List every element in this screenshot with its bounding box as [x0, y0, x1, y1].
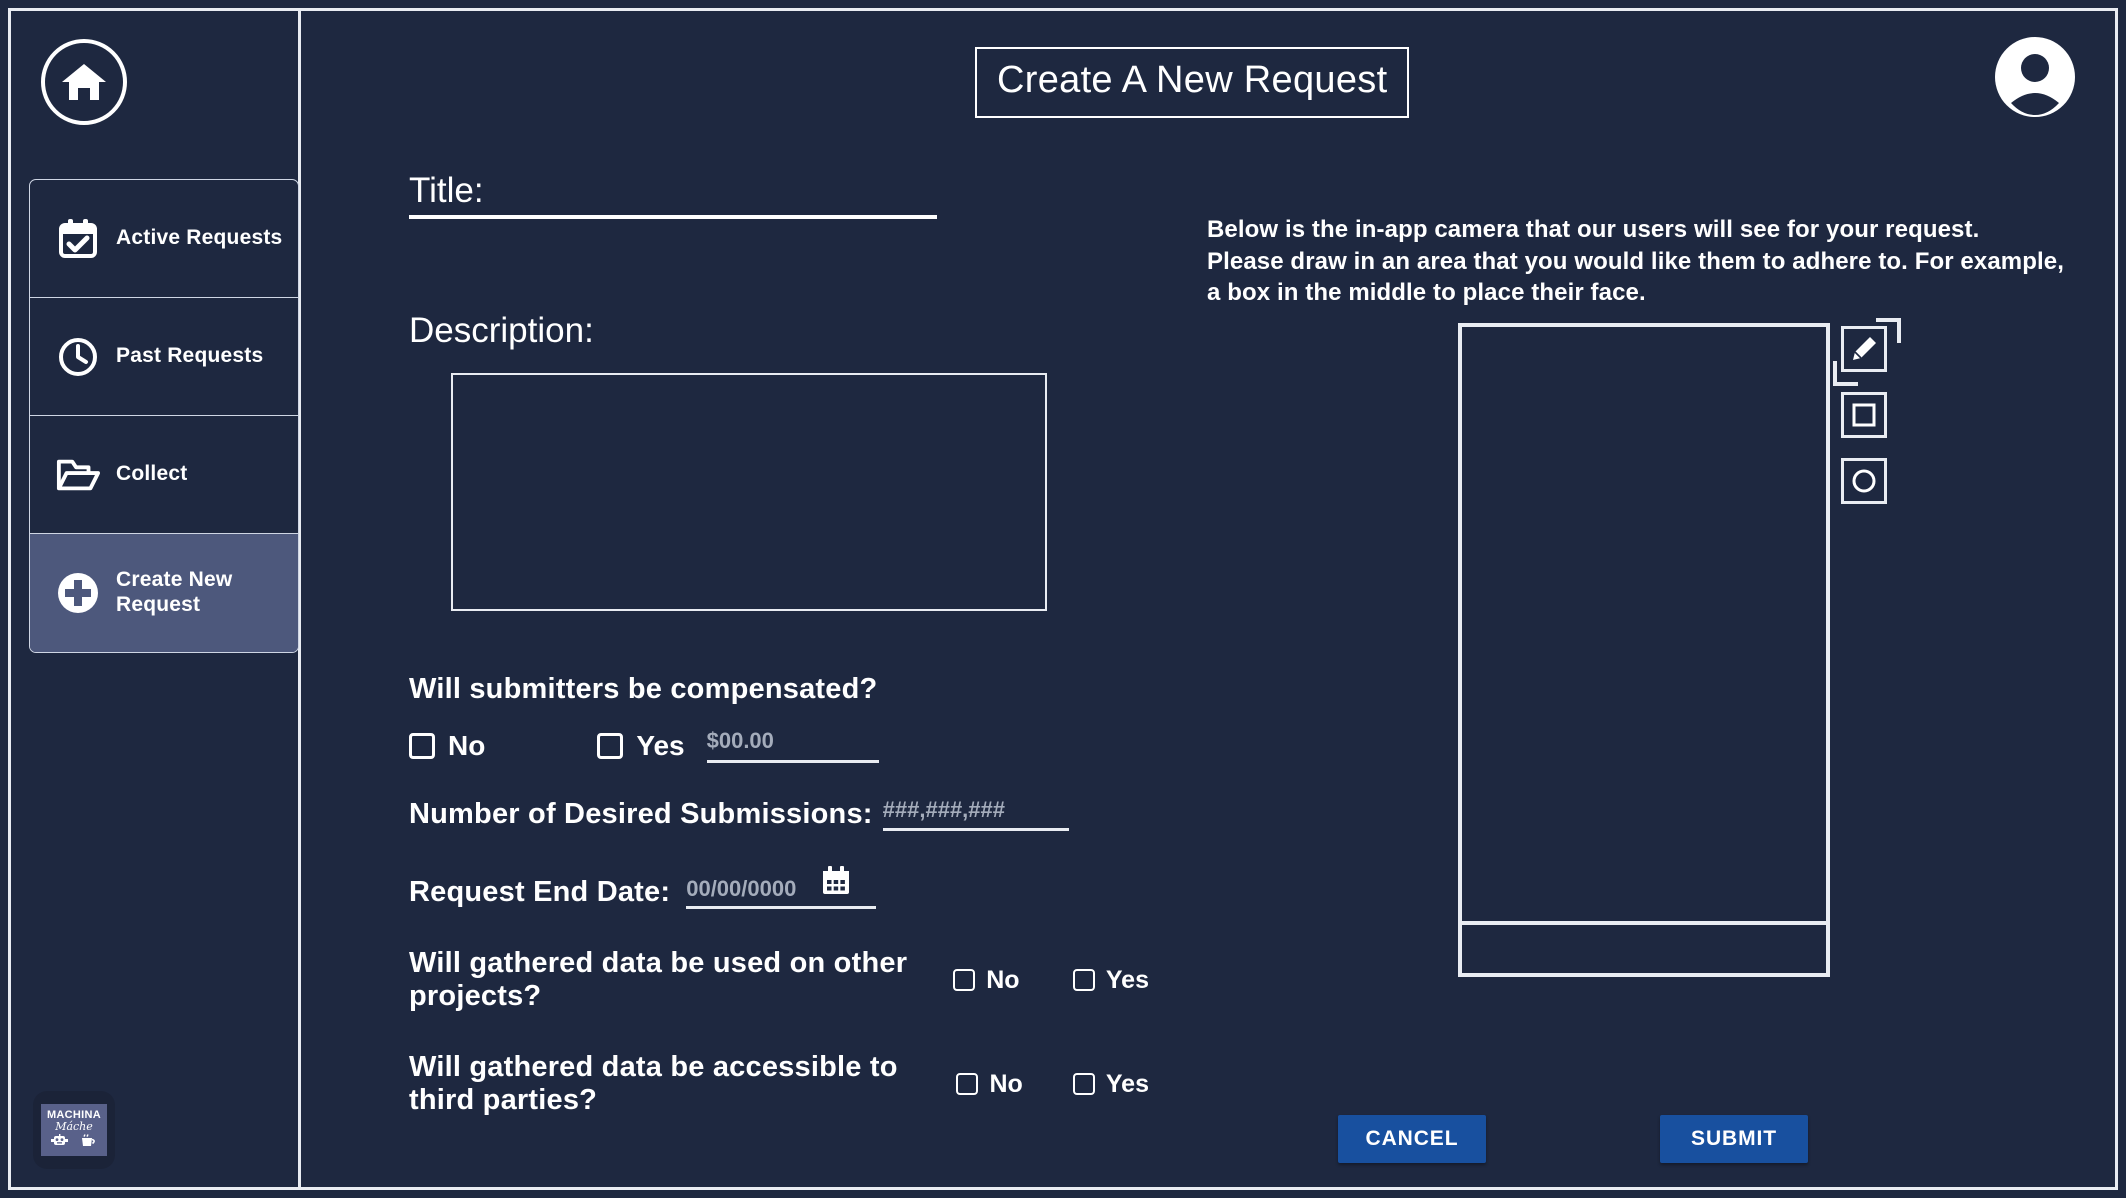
- other-projects-no-checkbox[interactable]: [953, 969, 976, 991]
- third-parties-yes-checkbox[interactable]: [1072, 1073, 1095, 1095]
- window-frame: Active Requests Past Requests Collect Cr…: [8, 8, 2118, 1190]
- third-parties-no-checkbox[interactable]: [956, 1073, 979, 1095]
- third-parties-yes-label: Yes: [1105, 1069, 1149, 1098]
- instructions-line-2: Please draw in an area that you would li…: [1207, 247, 2064, 275]
- other-projects-row: Will gathered data be used on other proj…: [409, 947, 1149, 1013]
- camera-preview-canvas[interactable]: [1458, 323, 1830, 977]
- title-field-label: Title:: [409, 171, 484, 210]
- submissions-label: Number of Desired Submissions:: [409, 798, 873, 830]
- compensation-no-label: No: [448, 729, 486, 761]
- page-title-text: Create A New Request: [997, 59, 1388, 101]
- third-parties-row: Will gathered data be accessible to thir…: [409, 1051, 1149, 1117]
- other-projects-no-label: No: [986, 965, 1020, 994]
- compensation-amount-field[interactable]: $00.00: [706, 728, 879, 763]
- avatar[interactable]: [1993, 35, 2077, 119]
- end-date-input[interactable]: 00/00/0000: [686, 865, 877, 909]
- coffee-cup-icon: [80, 1133, 97, 1152]
- instructions-line-1: Below is the in-app camera that our user…: [1207, 216, 1980, 243]
- end-date-label: Request End Date:: [409, 876, 671, 908]
- compensation-no-checkbox[interactable]: [409, 732, 435, 759]
- description-field-label: Description:: [409, 311, 594, 350]
- sidebar-item-label: Create New Request: [116, 568, 233, 616]
- brand-logo-inner: MACHINA Máche: [41, 1104, 107, 1156]
- title-input[interactable]: [409, 215, 937, 219]
- page-title: Create A New Request: [975, 47, 1410, 118]
- ellipse-tool[interactable]: [1841, 458, 1887, 504]
- compensation-amount-placeholder: $00.00: [706, 728, 774, 753]
- circle-icon: [1852, 469, 1876, 493]
- camera-instructions: Below is the in-app camera that our user…: [1207, 214, 2064, 309]
- other-projects-yes-checkbox[interactable]: [1072, 969, 1095, 991]
- brand-name-secondary: Máche: [55, 1119, 93, 1133]
- submissions-placeholder: ###,###,###: [882, 797, 1005, 822]
- sidebar-item-active-requests[interactable]: Active Requests: [30, 180, 298, 298]
- calendar-check-icon: [56, 217, 100, 261]
- description-input[interactable]: [451, 373, 1047, 611]
- sidebar-item-past-requests[interactable]: Past Requests: [30, 298, 298, 416]
- compensation-options: No Yes $00.00: [409, 728, 1149, 763]
- plus-circle-icon: [56, 571, 100, 615]
- sidebar-item-label: Active Requests: [116, 226, 283, 250]
- home-icon: [41, 39, 127, 125]
- robot-icon: [51, 1133, 68, 1152]
- submissions-input[interactable]: ###,###,###: [882, 797, 1069, 831]
- sidebar-item-label: Past Requests: [116, 344, 264, 368]
- end-date-row: Request End Date: 00/00/0000: [409, 865, 1149, 909]
- brand-icon-row: [51, 1133, 97, 1152]
- form-actions: CANCEL SUBMIT: [1338, 1115, 1808, 1163]
- home-button[interactable]: [41, 39, 127, 125]
- third-parties-question: Will gathered data be accessible to thir…: [409, 1051, 898, 1116]
- sidebar-item-create-new-request[interactable]: Create New Request: [30, 534, 298, 652]
- app-window: Active Requests Past Requests Collect Cr…: [0, 0, 2126, 1198]
- camera-shutter-bar: [1458, 921, 1830, 977]
- pencil-draw-tool[interactable]: [1833, 318, 1901, 386]
- square-icon: [1852, 403, 1876, 427]
- sidebar-item-label: Collect: [116, 462, 188, 486]
- brand-logo: MACHINA Máche: [33, 1091, 115, 1169]
- submissions-row: Number of Desired Submissions: ###,###,#…: [409, 797, 1149, 831]
- rectangle-tool[interactable]: [1841, 392, 1887, 438]
- calendar-icon[interactable]: [820, 865, 852, 902]
- instructions-line-3: a box in the middle to place their face.: [1207, 279, 1646, 307]
- pencil-icon: [1853, 337, 1876, 360]
- sidebar-item-collect[interactable]: Collect: [30, 416, 298, 534]
- third-parties-no-label: No: [989, 1069, 1023, 1098]
- user-avatar-icon: [1995, 37, 2075, 117]
- other-projects-question: Will gathered data be used on other proj…: [409, 947, 908, 1012]
- sidebar-nav: Active Requests Past Requests Collect Cr…: [29, 179, 299, 653]
- compensation-yes-checkbox[interactable]: [597, 732, 624, 759]
- cancel-button[interactable]: CANCEL: [1338, 1115, 1486, 1163]
- end-date-placeholder: 00/00/0000: [686, 876, 797, 901]
- drawing-toolbar: [1833, 318, 1901, 504]
- request-form: Title: Description: Will submitters be c…: [409, 171, 1149, 1117]
- submit-button[interactable]: SUBMIT: [1660, 1115, 1808, 1163]
- other-projects-yes-label: Yes: [1105, 965, 1149, 994]
- camera-preview-wrap: [1458, 323, 1830, 977]
- compensation-yes-label: Yes: [636, 729, 685, 761]
- clock-icon: [56, 335, 100, 379]
- sidebar: Active Requests Past Requests Collect Cr…: [11, 11, 301, 1187]
- folder-open-icon: [56, 453, 100, 497]
- compensation-question: Will submitters be compensated?: [409, 673, 878, 705]
